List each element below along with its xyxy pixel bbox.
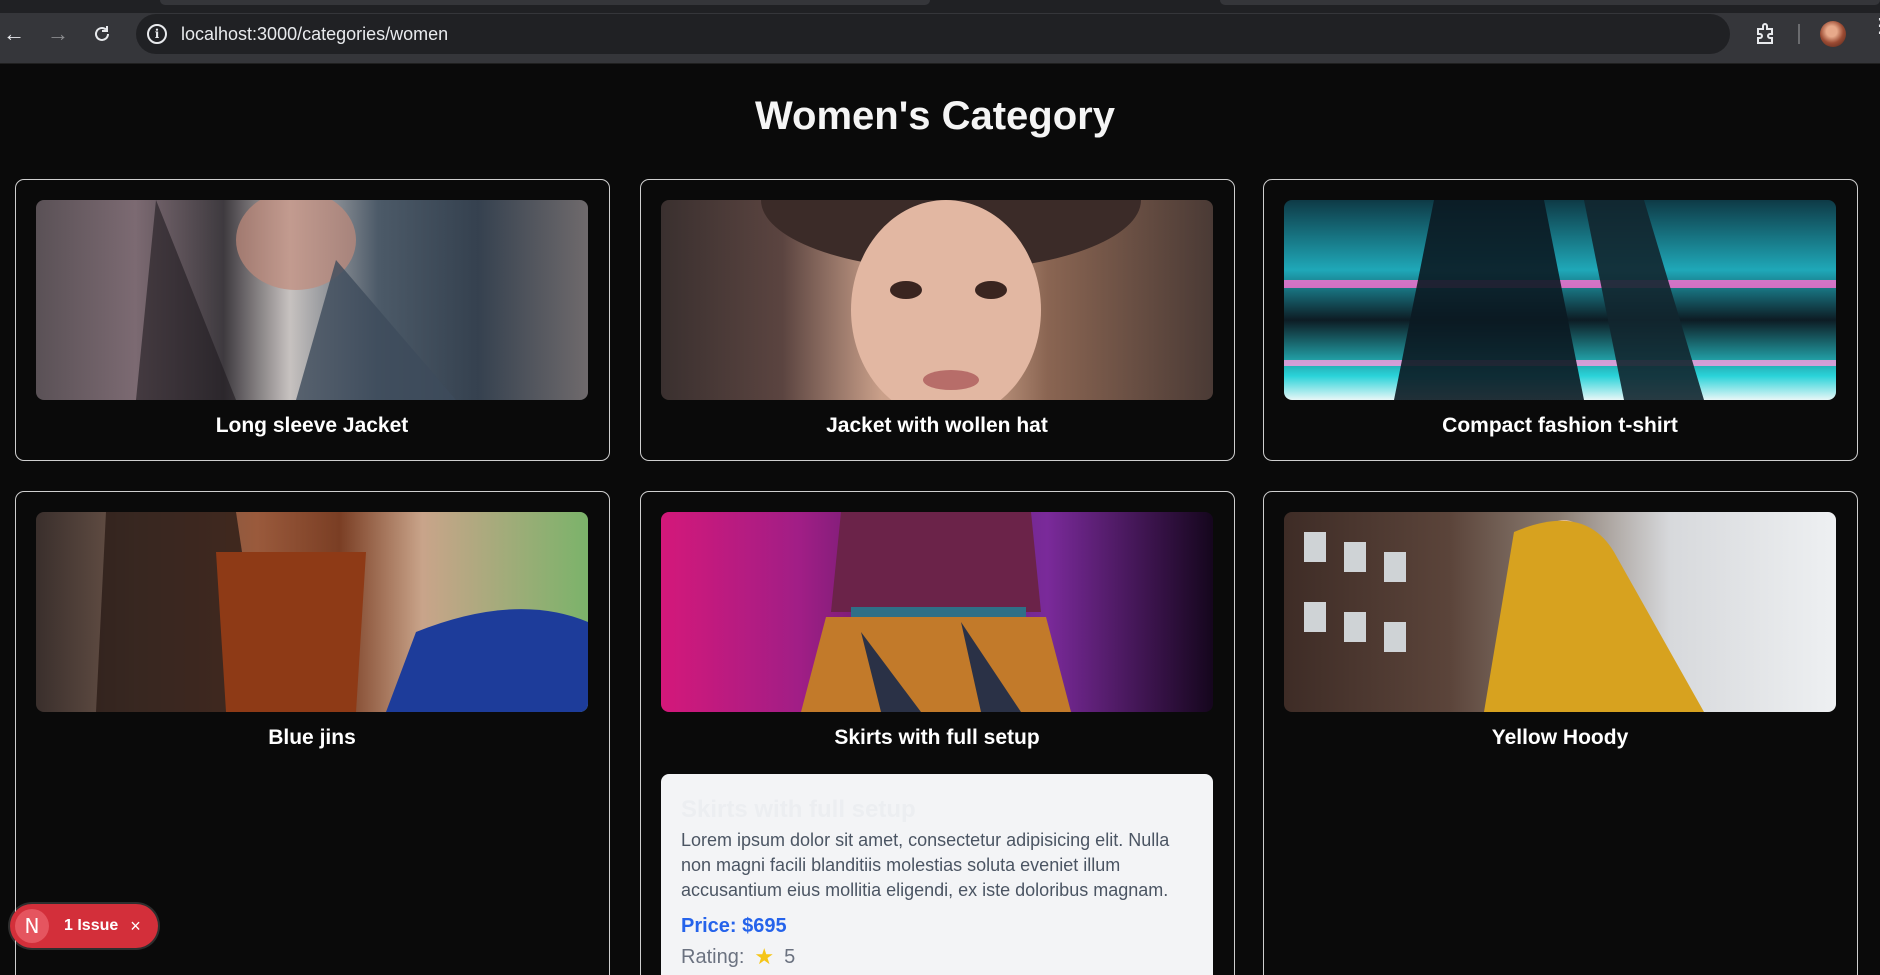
tab-strip	[0, 0, 1880, 13]
product-image	[1284, 200, 1836, 400]
details-rating: Rating: ★ 5	[681, 944, 1193, 970]
product-image	[1284, 512, 1836, 712]
product-title: Skirts with full setup	[834, 726, 1040, 749]
tab-active-edge[interactable]	[160, 0, 930, 5]
product-card[interactable]: Yellow Hoody	[1263, 491, 1858, 975]
product-card[interactable]: Skirts with full setup Skirts with full …	[640, 491, 1235, 975]
product-title: Yellow Hoody	[1491, 726, 1629, 749]
product-title: Blue jins	[268, 726, 356, 749]
address-bar[interactable]: i localhost:3000/categories/women ☆	[136, 14, 1845, 54]
back-icon[interactable]: ←	[0, 20, 28, 48]
star-icon: ★	[754, 944, 775, 969]
product-image	[661, 200, 1213, 400]
issue-count[interactable]: 1 Issue	[64, 917, 118, 935]
page-content: Women's Category Long sleeve Jacket Jack…	[0, 64, 1880, 975]
product-title: Long sleeve Jacket	[215, 414, 409, 437]
extensions-icon[interactable]	[1752, 20, 1780, 48]
url-text[interactable]: localhost:3000/categories/women	[181, 24, 448, 45]
rating-value: 5	[784, 945, 796, 968]
details-price: Price: $695	[681, 915, 787, 937]
product-image	[661, 512, 1213, 712]
toolbar-divider	[1798, 24, 1800, 44]
product-card[interactable]: Blue jins	[15, 491, 610, 975]
more-menu-icon[interactable]: ⋮	[1870, 16, 1880, 36]
product-title: Compact fashion t-shirt	[1442, 414, 1678, 437]
product-card[interactable]: Compact fashion t-shirt	[1263, 179, 1858, 461]
product-card[interactable]: Jacket with wollen hat	[640, 179, 1235, 461]
details-description: Lorem ipsum dolor sit amet, consectetur …	[681, 830, 1170, 900]
profile-avatar[interactable]	[1820, 21, 1846, 47]
reload-icon[interactable]	[88, 20, 116, 48]
product-details-panel: Skirts with full setup Lorem ipsum dolor…	[661, 774, 1213, 975]
product-card[interactable]: Long sleeve Jacket	[15, 179, 610, 461]
site-info-icon[interactable]: i	[147, 24, 167, 44]
issue-badge[interactable]: N 1 Issue ×	[10, 904, 158, 948]
rating-label: Rating:	[681, 945, 745, 968]
product-image	[36, 200, 588, 400]
close-icon[interactable]: ×	[130, 916, 141, 937]
product-image	[36, 512, 588, 712]
page-title: Women's Category	[755, 94, 1115, 138]
product-title: Jacket with wollen hat	[826, 414, 1048, 437]
browser-toolbar: ← → i localhost:3000/categories/women ☆ …	[0, 0, 1880, 64]
forward-icon[interactable]: →	[44, 20, 72, 48]
nextjs-logo-icon[interactable]: N	[15, 909, 49, 943]
details-title: Skirts with full setup	[681, 796, 916, 823]
tab-edge[interactable]	[1220, 0, 1880, 5]
